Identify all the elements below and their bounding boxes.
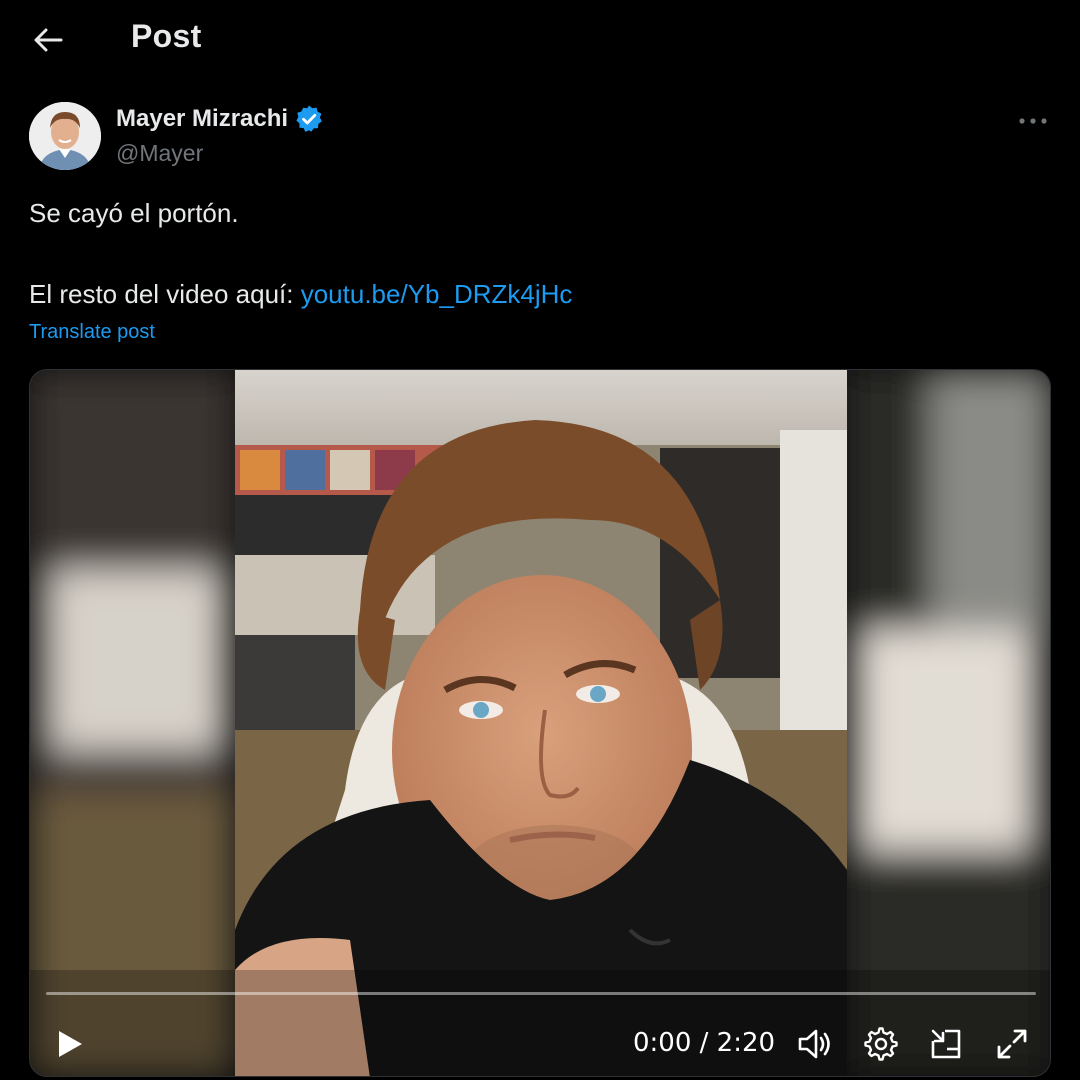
volume-button[interactable] <box>795 1026 835 1062</box>
verified-badge-icon <box>294 104 324 134</box>
picture-in-picture-icon <box>931 1029 961 1059</box>
display-name-row: Mayer Mizrachi <box>116 104 324 134</box>
picture-in-picture-button[interactable] <box>928 1026 964 1062</box>
post-text-line-1: Se cayó el portón. <box>29 198 239 228</box>
video-player[interactable]: 0:00 / 2:20 <box>29 369 1051 1077</box>
gear-icon <box>864 1027 898 1061</box>
page-title: Post <box>131 18 202 54</box>
play-icon <box>59 1031 82 1057</box>
video-frame <box>30 370 1050 1076</box>
play-button[interactable] <box>50 1024 90 1064</box>
arrow-left-icon <box>34 28 63 52</box>
more-horizontal-icon <box>1019 118 1047 124</box>
top-bar: Post <box>0 0 1080 80</box>
more-options-button[interactable] <box>1015 106 1051 136</box>
post-text-prefix: El resto del video aquí: <box>29 279 301 309</box>
translate-post-link[interactable]: Translate post <box>29 321 155 344</box>
user-handle[interactable]: @Mayer <box>116 140 203 167</box>
back-button[interactable] <box>26 20 70 60</box>
post-text-line-2: El resto del video aquí: youtu.be/Yb_DRZ… <box>29 279 572 310</box>
video-time: 0:00 / 2:20 <box>633 1028 776 1058</box>
post-author: Mayer Mizrachi @Mayer <box>29 102 1051 172</box>
volume-icon <box>798 1029 830 1059</box>
display-name[interactable]: Mayer Mizrachi <box>116 105 288 133</box>
video-controls: 0:00 / 2:20 <box>30 1012 1050 1072</box>
avatar[interactable] <box>29 102 101 170</box>
settings-button[interactable] <box>863 1026 899 1062</box>
fullscreen-button[interactable] <box>994 1026 1030 1062</box>
fullscreen-icon <box>997 1029 1027 1059</box>
youtube-link[interactable]: youtu.be/Yb_DRZk4jHc <box>301 279 573 309</box>
video-progress-bar[interactable] <box>46 992 1036 995</box>
